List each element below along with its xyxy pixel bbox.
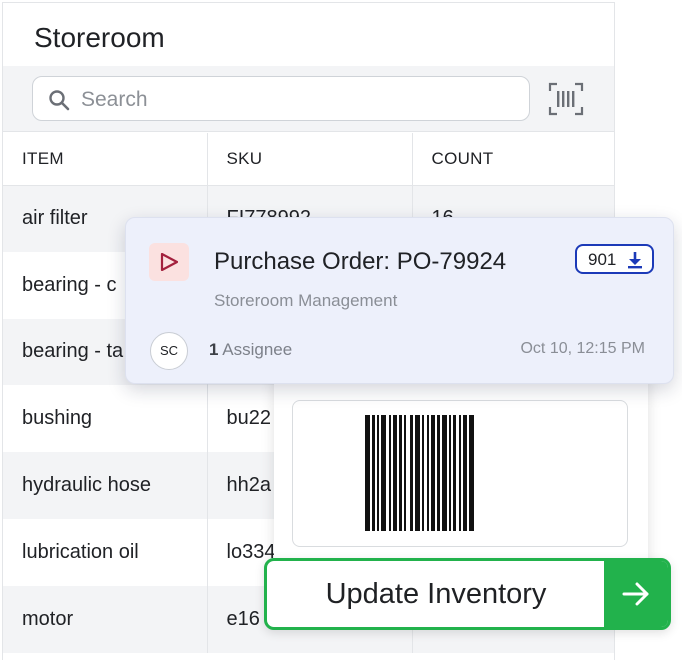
purchase-order-card[interactable]: Purchase Order: PO-79924 901 Storeroom M… (125, 217, 674, 384)
purchase-order-title: Purchase Order: PO-79924 (214, 248, 507, 275)
barcode-scan-icon (548, 82, 584, 116)
cell-item: hydraulic hose (3, 452, 208, 519)
update-inventory-button[interactable]: Update Inventory (264, 558, 671, 630)
barcode-scan-button[interactable] (548, 82, 584, 116)
table-header-row: ITEM SKU COUNT (3, 133, 614, 186)
search-input[interactable]: Search (32, 76, 530, 121)
page-title: Storeroom (34, 22, 165, 53)
purchase-order-subtitle: Storeroom Management (214, 291, 398, 310)
attachment-count-badge[interactable]: 901 (575, 244, 654, 274)
search-bar: Search (3, 66, 614, 132)
search-icon (49, 90, 70, 111)
assignee-count: 1 Assignee (209, 340, 292, 360)
column-header-count[interactable]: COUNT (412, 133, 614, 186)
barcode-icon (365, 415, 474, 531)
download-icon (628, 252, 642, 269)
barcode-card (274, 368, 648, 588)
avatar[interactable]: SC (150, 332, 188, 370)
cell-item: motor (3, 585, 208, 653)
assignee-number: 1 (209, 340, 219, 359)
update-inventory-label: Update Inventory (325, 578, 547, 610)
play-triangle-icon (149, 243, 189, 281)
arrow-button[interactable] (604, 561, 668, 627)
purchase-order-date: Oct 10, 12:15 PM (520, 340, 645, 357)
arrow-right-icon (622, 582, 649, 606)
column-header-sku[interactable]: SKU (207, 133, 413, 186)
cell-item: bushing (3, 385, 208, 453)
cell-item: lubrication oil (3, 518, 208, 586)
badge-count: 901 (588, 250, 617, 269)
column-header-item[interactable]: ITEM (3, 133, 208, 186)
assignee-label: Assignee (222, 340, 293, 359)
search-placeholder: Search (81, 88, 148, 111)
barcode-frame (292, 400, 628, 547)
